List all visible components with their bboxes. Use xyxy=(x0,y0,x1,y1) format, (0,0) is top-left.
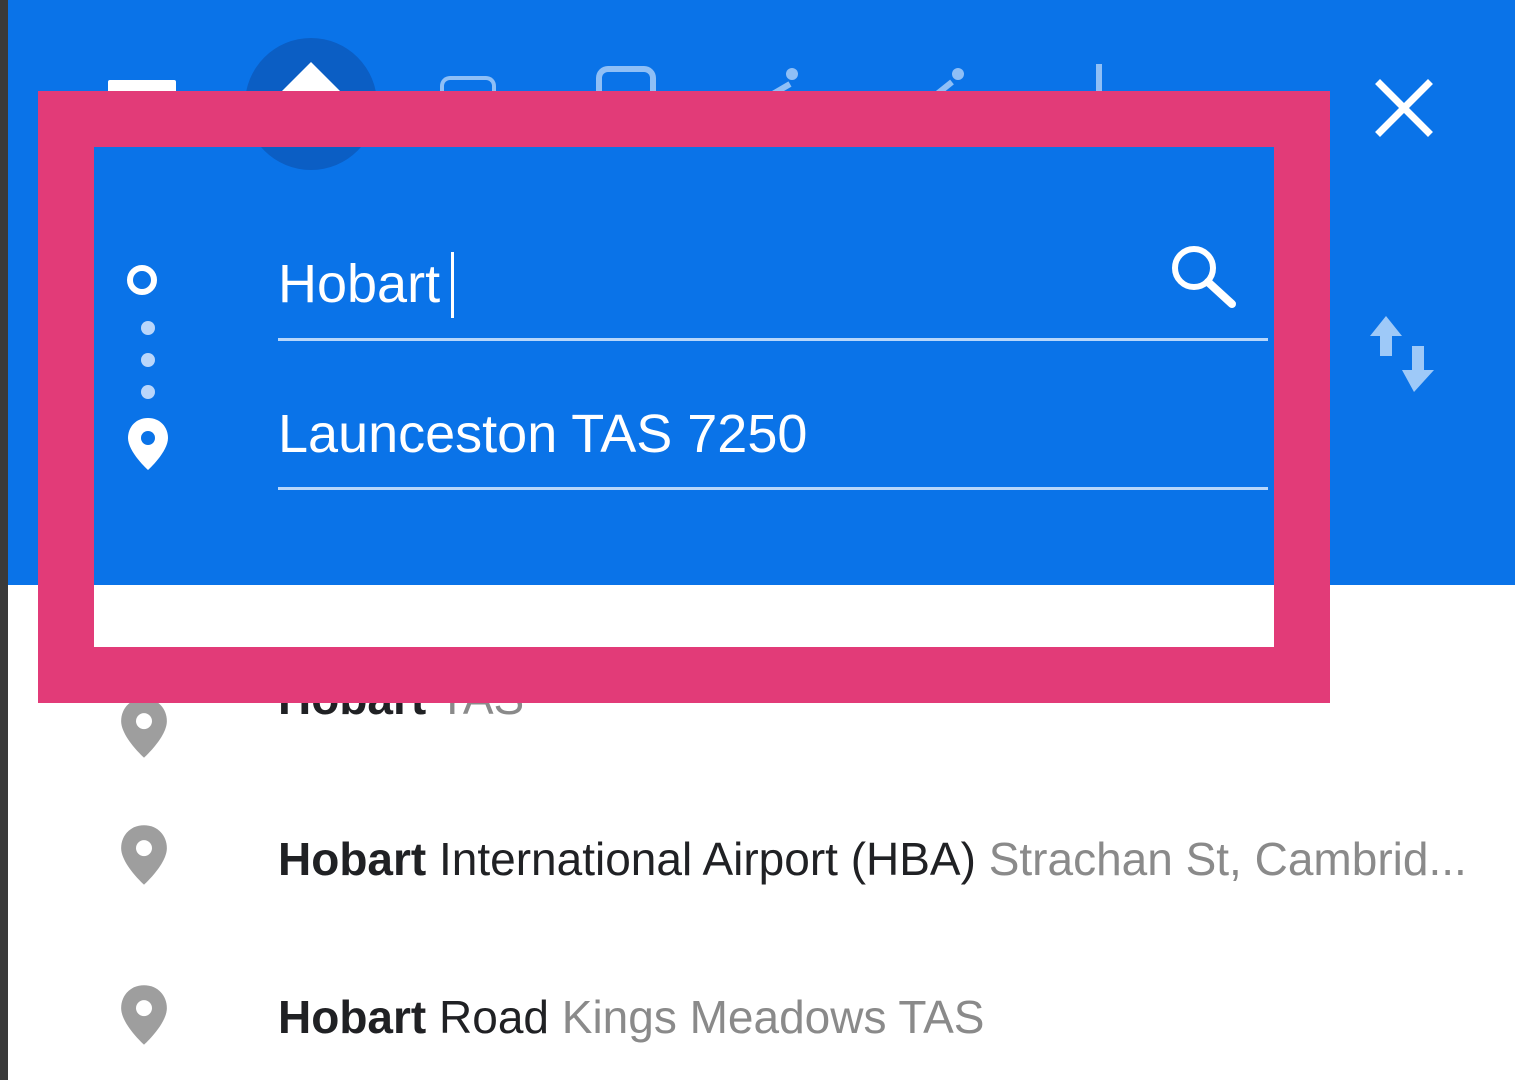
tab-flights[interactable] xyxy=(1092,64,1106,108)
origin-circle-icon xyxy=(127,265,157,295)
search-button[interactable] xyxy=(1168,240,1238,315)
suggestion-text: Hobart TAS xyxy=(278,670,524,726)
tab-walking[interactable] xyxy=(762,62,812,108)
suggestion-address: Kings Meadows TAS xyxy=(561,991,985,1043)
route-dot xyxy=(141,353,155,367)
origin-input[interactable]: Hobart xyxy=(278,252,1138,316)
suggestion-match: Hobart xyxy=(278,672,427,724)
bike-icon xyxy=(930,68,964,101)
suggestion-text: Hobart International Airport (HBA) Strac… xyxy=(278,831,1467,887)
suggestion-address: Strachan St, Cambrid... xyxy=(988,833,1467,885)
destination-input[interactable]: Launceston TAS 7250 xyxy=(278,402,1138,466)
tab-cycling[interactable] xyxy=(928,62,978,108)
window-edge xyxy=(0,0,8,1080)
menu-icon[interactable] xyxy=(108,80,176,94)
flight-icon xyxy=(1096,64,1102,108)
suggestion-match: Hobart xyxy=(278,991,427,1043)
suggestion-item[interactable]: Hobart Road Kings Meadows TAS xyxy=(0,965,1515,1075)
tab-transit[interactable] xyxy=(596,66,656,106)
place-pin-icon xyxy=(121,985,167,1045)
swap-button[interactable] xyxy=(1364,312,1444,396)
tab-best-route[interactable] xyxy=(245,38,377,170)
destination-underline xyxy=(278,487,1268,490)
swap-icon xyxy=(1370,316,1434,392)
text-caret xyxy=(451,252,454,318)
suggestion-name: Road xyxy=(439,991,549,1043)
origin-underline xyxy=(278,338,1268,341)
suggestion-match: Hobart xyxy=(278,833,427,885)
suggestion-item[interactable]: Hobart International Airport (HBA) Strac… xyxy=(0,805,1515,915)
diamond-route-icon xyxy=(281,62,341,92)
suggestion-item[interactable]: Hobart TAS xyxy=(0,650,1515,760)
suggestion-address: TAS xyxy=(438,672,525,724)
close-icon xyxy=(1375,79,1433,137)
place-pin-icon xyxy=(121,825,167,885)
tab-driving[interactable] xyxy=(440,76,496,106)
destination-pin-icon xyxy=(128,418,168,470)
place-pin-icon xyxy=(121,698,167,758)
close-button[interactable] xyxy=(1372,76,1436,140)
walk-icon xyxy=(764,68,798,101)
route-dot xyxy=(141,385,155,399)
route-dot xyxy=(141,321,155,335)
suggestion-name: International Airport (HBA) xyxy=(439,833,976,885)
suggestion-text: Hobart Road Kings Meadows TAS xyxy=(278,989,984,1045)
search-icon xyxy=(1172,246,1236,308)
